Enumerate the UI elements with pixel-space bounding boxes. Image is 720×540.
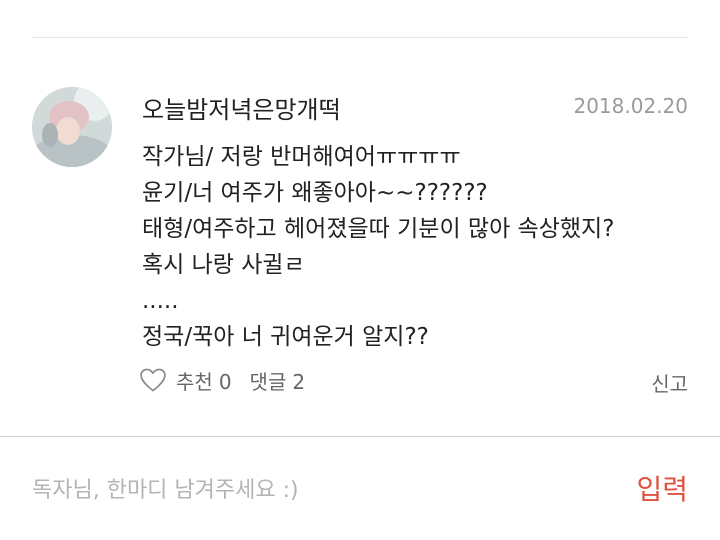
top-divider bbox=[32, 37, 688, 38]
report-button[interactable]: 신고 bbox=[651, 368, 688, 397]
like-count: 0 bbox=[218, 369, 232, 394]
heart-outline-icon[interactable] bbox=[138, 365, 168, 395]
comment-page: 오늘밤저녁은망개떡 2018.02.20 작가님/ 저랑 반머해여어ㅠㅠㅠㅠ 윤… bbox=[0, 0, 720, 540]
submit-button[interactable]: 입력 bbox=[636, 468, 688, 508]
comment-actions: 추천 0 댓글 2 bbox=[138, 364, 305, 396]
comment-line: 작가님/ 저랑 반머해여어ㅠㅠㅠㅠ bbox=[142, 144, 461, 170]
comment-line: 태형/여주하고 헤어졌을따 기분이 많아 속상했지? bbox=[142, 216, 615, 242]
reply-label: 댓글 bbox=[249, 369, 287, 394]
like-label: 추천 bbox=[176, 369, 213, 394]
reply-button[interactable]: 댓글 2 bbox=[250, 366, 306, 395]
bottom-divider bbox=[0, 436, 720, 437]
comment-date: 2018.02.20 bbox=[573, 94, 688, 118]
comment-body: 작가님/ 저랑 반머해여어ㅠㅠㅠㅠ 윤기/너 여주가 왜좋아아~~?????? … bbox=[142, 139, 702, 355]
avatar[interactable] bbox=[32, 87, 112, 167]
reply-count: 2 bbox=[292, 369, 306, 394]
comment-input[interactable] bbox=[32, 468, 572, 512]
comment-line: ..... bbox=[142, 288, 179, 314]
like-button[interactable]: 추천 0 bbox=[176, 366, 232, 395]
comment-line: 정국/꾹아 너 귀여운거 알지?? bbox=[142, 324, 429, 350]
comment-line: 윤기/너 여주가 왜좋아아~~?????? bbox=[142, 180, 488, 206]
comment-line: 혹시 나랑 사귈ㄹ bbox=[142, 252, 305, 278]
comment-username[interactable]: 오늘밤저녁은망개떡 bbox=[142, 90, 341, 125]
